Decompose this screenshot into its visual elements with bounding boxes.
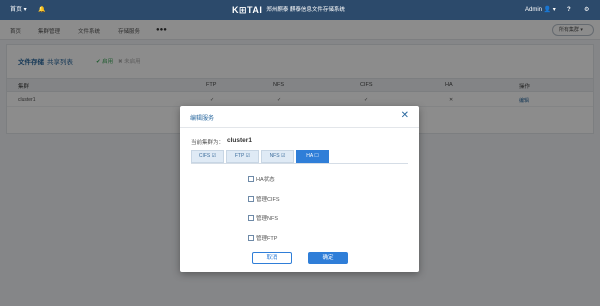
tab-cifs[interactable]: CIFS ☑ bbox=[191, 150, 224, 163]
current-cluster-label: 当前集群为： bbox=[191, 140, 225, 146]
option-label: HA状态 bbox=[256, 177, 275, 183]
gear-icon[interactable]: ⚙ bbox=[584, 5, 589, 15]
help-icon[interactable]: ? bbox=[567, 5, 571, 15]
option-label: 管理NFS bbox=[256, 216, 279, 222]
option-ha-status[interactable]: HA状态 bbox=[248, 175, 275, 183]
option-manage-cifs[interactable]: 管理CIFS bbox=[248, 195, 280, 203]
tab-nfs[interactable]: NFS ☑ bbox=[261, 150, 294, 163]
option-label: 管理FTP bbox=[256, 236, 278, 242]
option-manage-nfs[interactable]: 管理NFS bbox=[248, 214, 278, 222]
user-menu[interactable]: Admin 👤 ▾ bbox=[525, 5, 556, 15]
ok-button[interactable]: 确定 bbox=[308, 252, 348, 264]
brand: K⊞TAI 郑州麒泰 麒泰信息文件存储系统 bbox=[232, 4, 345, 16]
checkbox[interactable] bbox=[248, 176, 254, 182]
home-menu[interactable]: 首页 ▾ bbox=[10, 5, 27, 15]
edit-service-dialog: 编辑服务 ✕ 当前集群为： cluster1 CIFS ☑ FTP ☑ NFS … bbox=[180, 106, 419, 272]
tab-ftp[interactable]: FTP ☑ bbox=[226, 150, 259, 163]
brand-logo: K⊞TAI bbox=[232, 5, 263, 15]
top-bar: 首页 ▾ 🔔 K⊞TAI 郑州麒泰 麒泰信息文件存储系统 Admin 👤 ▾ ? … bbox=[0, 0, 600, 20]
checkbox[interactable] bbox=[248, 215, 254, 221]
dialog-title: 编辑服务 bbox=[190, 116, 215, 122]
dialog-divider bbox=[180, 127, 419, 128]
checkbox[interactable] bbox=[248, 196, 254, 202]
option-manage-ftp[interactable]: 管理FTP bbox=[248, 234, 277, 242]
option-label: 管理CIFS bbox=[256, 197, 280, 203]
checkbox[interactable] bbox=[248, 235, 254, 241]
brand-title: 郑州麒泰 麒泰信息文件存储系统 bbox=[266, 7, 345, 13]
current-cluster-value: cluster1 bbox=[227, 137, 252, 144]
tab-ha[interactable]: HA ☐ bbox=[296, 150, 329, 163]
cancel-button[interactable]: 取消 bbox=[252, 252, 292, 264]
tab-underline bbox=[191, 163, 408, 164]
bell-icon[interactable]: 🔔 bbox=[38, 5, 45, 15]
close-icon[interactable]: ✕ bbox=[401, 111, 409, 121]
